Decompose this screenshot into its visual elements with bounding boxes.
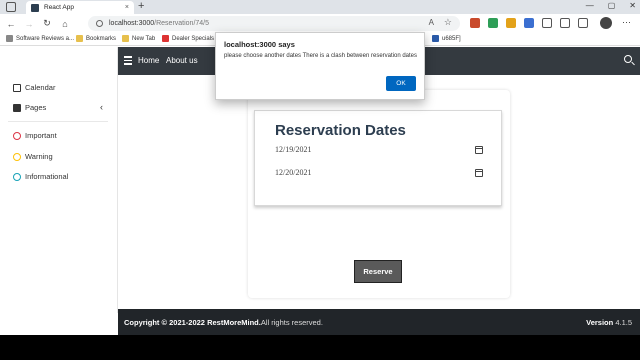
bookmark-icon bbox=[162, 35, 169, 42]
bottom-band bbox=[0, 335, 640, 360]
url-text: localhost:3000/Reservation/74/5 bbox=[109, 20, 210, 27]
dialog-message: please choose another dates There is a c… bbox=[224, 53, 418, 59]
main-content: Reservation Dates 12/19/2021 12/20/2021 … bbox=[118, 75, 640, 309]
bookmark-item[interactable]: Software Reviews a... bbox=[6, 35, 74, 42]
calendar-icon[interactable] bbox=[475, 145, 483, 154]
bookmark-icon bbox=[6, 35, 13, 42]
alert-dialog: localhost:3000 says please choose anothe… bbox=[215, 32, 425, 100]
calendar-icon[interactable] bbox=[475, 168, 483, 177]
dialog-title: localhost:3000 says bbox=[224, 40, 295, 49]
extension-icon[interactable] bbox=[470, 18, 480, 28]
minimize-icon[interactable]: — bbox=[586, 1, 594, 10]
bookmark-folder[interactable]: New Tab bbox=[122, 35, 155, 42]
collections-icon[interactable] bbox=[560, 18, 570, 28]
sidebar-item-important[interactable]: Important bbox=[13, 131, 57, 140]
browser-tabstrip: React App × + — ▢ ✕ bbox=[0, 0, 640, 14]
book-icon bbox=[13, 103, 21, 112]
more-options-icon[interactable]: ⋯ bbox=[622, 17, 631, 28]
copyright-text: Copyright © 2021-2022 RestMoreMind.All r… bbox=[124, 318, 323, 327]
favorite-star-icon[interactable]: ☆ bbox=[444, 17, 452, 28]
bookmark-folder[interactable]: Bookmarks bbox=[76, 35, 116, 42]
version-text: Version 4.1.5 bbox=[586, 318, 632, 327]
sidebar-divider bbox=[8, 121, 108, 122]
search-icon[interactable] bbox=[624, 55, 632, 63]
extension-icon[interactable] bbox=[524, 18, 534, 28]
calendar-icon bbox=[13, 83, 21, 92]
date-input-start[interactable]: 12/19/2021 bbox=[275, 145, 483, 154]
tab-actions-icon[interactable] bbox=[6, 2, 16, 12]
nav-home-link[interactable]: Home bbox=[138, 56, 159, 65]
nav-about-link[interactable]: About us bbox=[166, 56, 198, 65]
sidebar-item-label: Important bbox=[25, 131, 57, 140]
refresh-icon[interactable]: ↻ bbox=[40, 18, 54, 29]
new-tab-icon[interactable]: + bbox=[138, 0, 144, 12]
reservation-card: Reservation Dates 12/19/2021 12/20/2021 bbox=[254, 110, 502, 206]
date-value: 12/20/2021 bbox=[275, 168, 312, 177]
site-info-icon[interactable] bbox=[96, 20, 103, 27]
favorites-icon[interactable] bbox=[542, 18, 552, 28]
sidebar-item-label: Pages bbox=[25, 103, 47, 112]
extension-icons bbox=[470, 18, 588, 28]
sidebar-item-informational[interactable]: Informational bbox=[13, 172, 68, 181]
circle-icon bbox=[13, 172, 21, 181]
date-value: 12/19/2021 bbox=[275, 145, 312, 154]
folder-icon bbox=[76, 35, 83, 42]
forward-icon[interactable]: → bbox=[22, 19, 36, 29]
tab-title: React App bbox=[44, 4, 74, 11]
folder-icon bbox=[122, 35, 129, 42]
sidebar-item-warning[interactable]: Warning bbox=[13, 152, 53, 161]
back-icon[interactable]: ← bbox=[4, 19, 18, 29]
menu-toggle-icon[interactable] bbox=[124, 56, 132, 65]
reserve-button[interactable]: Reserve bbox=[354, 260, 402, 283]
address-bar-row: ← → ↻ ⌂ localhost:3000/Reservation/74/5 … bbox=[0, 14, 640, 33]
sidebar: Calendar Pages ‹ Important Warning Infor… bbox=[0, 47, 118, 313]
circle-icon bbox=[13, 152, 21, 161]
bookmark-item[interactable]: u685F] bbox=[432, 35, 461, 42]
chevron-left-icon[interactable]: ‹ bbox=[100, 102, 103, 112]
profile-avatar[interactable] bbox=[600, 17, 612, 29]
sidebar-item-label: Calendar bbox=[25, 83, 56, 92]
page-title: Reservation Dates bbox=[275, 122, 406, 139]
home-icon[interactable]: ⌂ bbox=[58, 19, 72, 29]
profile-sync-icon[interactable] bbox=[578, 18, 588, 28]
maximize-icon[interactable]: ▢ bbox=[608, 1, 616, 10]
close-tab-icon[interactable]: × bbox=[125, 4, 129, 11]
extension-icon[interactable] bbox=[506, 18, 516, 28]
react-favicon-icon bbox=[31, 3, 39, 12]
window-controls: — ▢ ✕ bbox=[586, 1, 636, 10]
ok-button[interactable]: OK bbox=[386, 76, 416, 91]
sidebar-item-calendar[interactable]: Calendar bbox=[13, 83, 55, 92]
browser-tab[interactable]: React App × bbox=[26, 1, 134, 14]
extension-icon[interactable] bbox=[488, 18, 498, 28]
sidebar-item-label: Informational bbox=[25, 172, 69, 181]
bookmark-item[interactable]: Dealer Specials bbox=[162, 35, 214, 42]
footer: Copyright © 2021-2022 RestMoreMind.All r… bbox=[118, 309, 640, 335]
close-window-icon[interactable]: ✕ bbox=[629, 1, 636, 10]
read-aloud-icon[interactable]: A bbox=[429, 18, 434, 27]
sidebar-item-pages[interactable]: Pages bbox=[13, 103, 46, 112]
bookmark-icon bbox=[432, 35, 439, 42]
url-input[interactable]: localhost:3000/Reservation/74/5 A ☆ bbox=[88, 16, 460, 31]
date-input-end[interactable]: 12/20/2021 bbox=[275, 168, 483, 177]
circle-icon bbox=[13, 131, 21, 140]
sidebar-item-label: Warning bbox=[25, 152, 53, 161]
